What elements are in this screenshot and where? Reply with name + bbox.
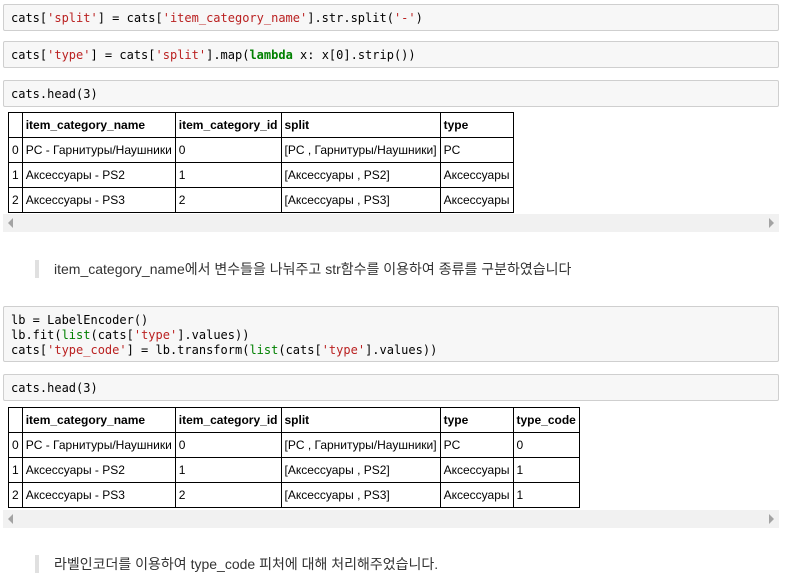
table-cell: Аксессуары bbox=[439, 457, 514, 483]
code-cell-head-2[interactable]: cats.head(3) bbox=[3, 374, 779, 401]
table-header-row: item_category_name item_category_id spli… bbox=[8, 112, 514, 138]
table-cell: PC - Гарнитуры/Наушники bbox=[21, 432, 176, 458]
table-cell: Аксессуары bbox=[439, 162, 514, 188]
table-cell: 1 bbox=[512, 457, 580, 483]
markdown-note-1: item_category_name에서 변수들을 나눠주고 str함수를 이용… bbox=[35, 260, 571, 278]
table-cell: [Аксессуары , PS3] bbox=[280, 482, 441, 508]
code-cell-type[interactable]: cats['type'] = cats['split'].map(lambda … bbox=[3, 41, 779, 68]
table-cell: 0 bbox=[174, 137, 282, 163]
horizontal-scrollbar[interactable] bbox=[3, 510, 779, 528]
table-row: 1 Аксессуары - PS2 1 [Аксессуары , PS2] … bbox=[8, 162, 514, 188]
table-cell: 2 bbox=[8, 187, 23, 213]
table-header-cell: item_category_id bbox=[174, 407, 282, 433]
table-header-cell: split bbox=[280, 112, 441, 138]
table-header-cell: type bbox=[439, 407, 514, 433]
table-cell: Аксессуары - PS2 bbox=[21, 162, 176, 188]
table-header-cell bbox=[8, 407, 23, 433]
table-cell: Аксессуары - PS2 bbox=[21, 457, 176, 483]
scroll-right-arrow-icon[interactable] bbox=[769, 514, 774, 524]
table-cell: 2 bbox=[174, 187, 282, 213]
table-cell: PC - Гарнитуры/Наушники bbox=[21, 137, 176, 163]
table-row: 2 Аксессуары - PS3 2 [Аксессуары , PS3] … bbox=[8, 482, 580, 508]
table-cell: 0 bbox=[8, 137, 23, 163]
table-cell: 0 bbox=[8, 432, 23, 458]
table-cell: Аксессуары bbox=[439, 482, 514, 508]
table-cell: [Аксессуары , PS2] bbox=[280, 162, 441, 188]
table-header-cell: type_code bbox=[512, 407, 580, 433]
table-cell: 1 bbox=[174, 457, 282, 483]
table-header-cell: split bbox=[280, 407, 441, 433]
scroll-left-arrow-icon[interactable] bbox=[8, 218, 13, 228]
table-row: 0 PC - Гарнитуры/Наушники 0 [PC , Гарнит… bbox=[8, 137, 514, 163]
horizontal-scrollbar[interactable] bbox=[3, 214, 779, 232]
markdown-note-2: 라벨인코더를 이용하여 type_code 피처에 대해 처리해주었습니다. bbox=[35, 555, 438, 573]
table-cell: [PC , Гарнитуры/Наушники] bbox=[280, 432, 441, 458]
table-cell: PC bbox=[439, 137, 514, 163]
table-row: 2 Аксессуары - PS3 2 [Аксессуары , PS3] … bbox=[8, 187, 514, 213]
scroll-right-arrow-icon[interactable] bbox=[769, 218, 774, 228]
table-cell: PC bbox=[439, 432, 514, 458]
table-header-cell: item_category_name bbox=[21, 407, 176, 433]
table-cell: 2 bbox=[8, 482, 23, 508]
table-cell: 1 bbox=[512, 482, 580, 508]
table-row: 1 Аксессуары - PS2 1 [Аксессуары , PS2] … bbox=[8, 457, 580, 483]
dataframe-output-1: item_category_name item_category_id spli… bbox=[8, 112, 514, 213]
table-cell: Аксессуары - PS3 bbox=[21, 482, 176, 508]
table-cell: [PC , Гарнитуры/Наушники] bbox=[280, 137, 441, 163]
table-header-cell: item_category_id bbox=[174, 112, 282, 138]
table-header-cell: type bbox=[439, 112, 514, 138]
dataframe-output-2: item_category_name item_category_id spli… bbox=[8, 407, 580, 508]
table-cell: 0 bbox=[174, 432, 282, 458]
table-header-cell bbox=[8, 112, 23, 138]
table-cell: Аксессуары bbox=[439, 187, 514, 213]
table-cell: 0 bbox=[512, 432, 580, 458]
table-header-row: item_category_name item_category_id spli… bbox=[8, 407, 580, 433]
table-cell: [Аксессуары , PS3] bbox=[280, 187, 441, 213]
scroll-left-arrow-icon[interactable] bbox=[8, 514, 13, 524]
code-cell-head-1[interactable]: cats.head(3) bbox=[3, 80, 779, 107]
code-cell-split[interactable]: cats['split'] = cats['item_category_name… bbox=[3, 4, 779, 31]
table-cell: Аксессуары - PS3 bbox=[21, 187, 176, 213]
table-header-cell: item_category_name bbox=[21, 112, 176, 138]
table-cell: 1 bbox=[8, 457, 23, 483]
table-cell: 2 bbox=[174, 482, 282, 508]
table-cell: [Аксессуары , PS2] bbox=[280, 457, 441, 483]
code-cell-label-encoder[interactable]: lb = LabelEncoder() lb.fit(list(cats['ty… bbox=[3, 306, 779, 362]
table-row: 0 PC - Гарнитуры/Наушники 0 [PC , Гарнит… bbox=[8, 432, 580, 458]
table-cell: 1 bbox=[8, 162, 23, 188]
table-cell: 1 bbox=[174, 162, 282, 188]
